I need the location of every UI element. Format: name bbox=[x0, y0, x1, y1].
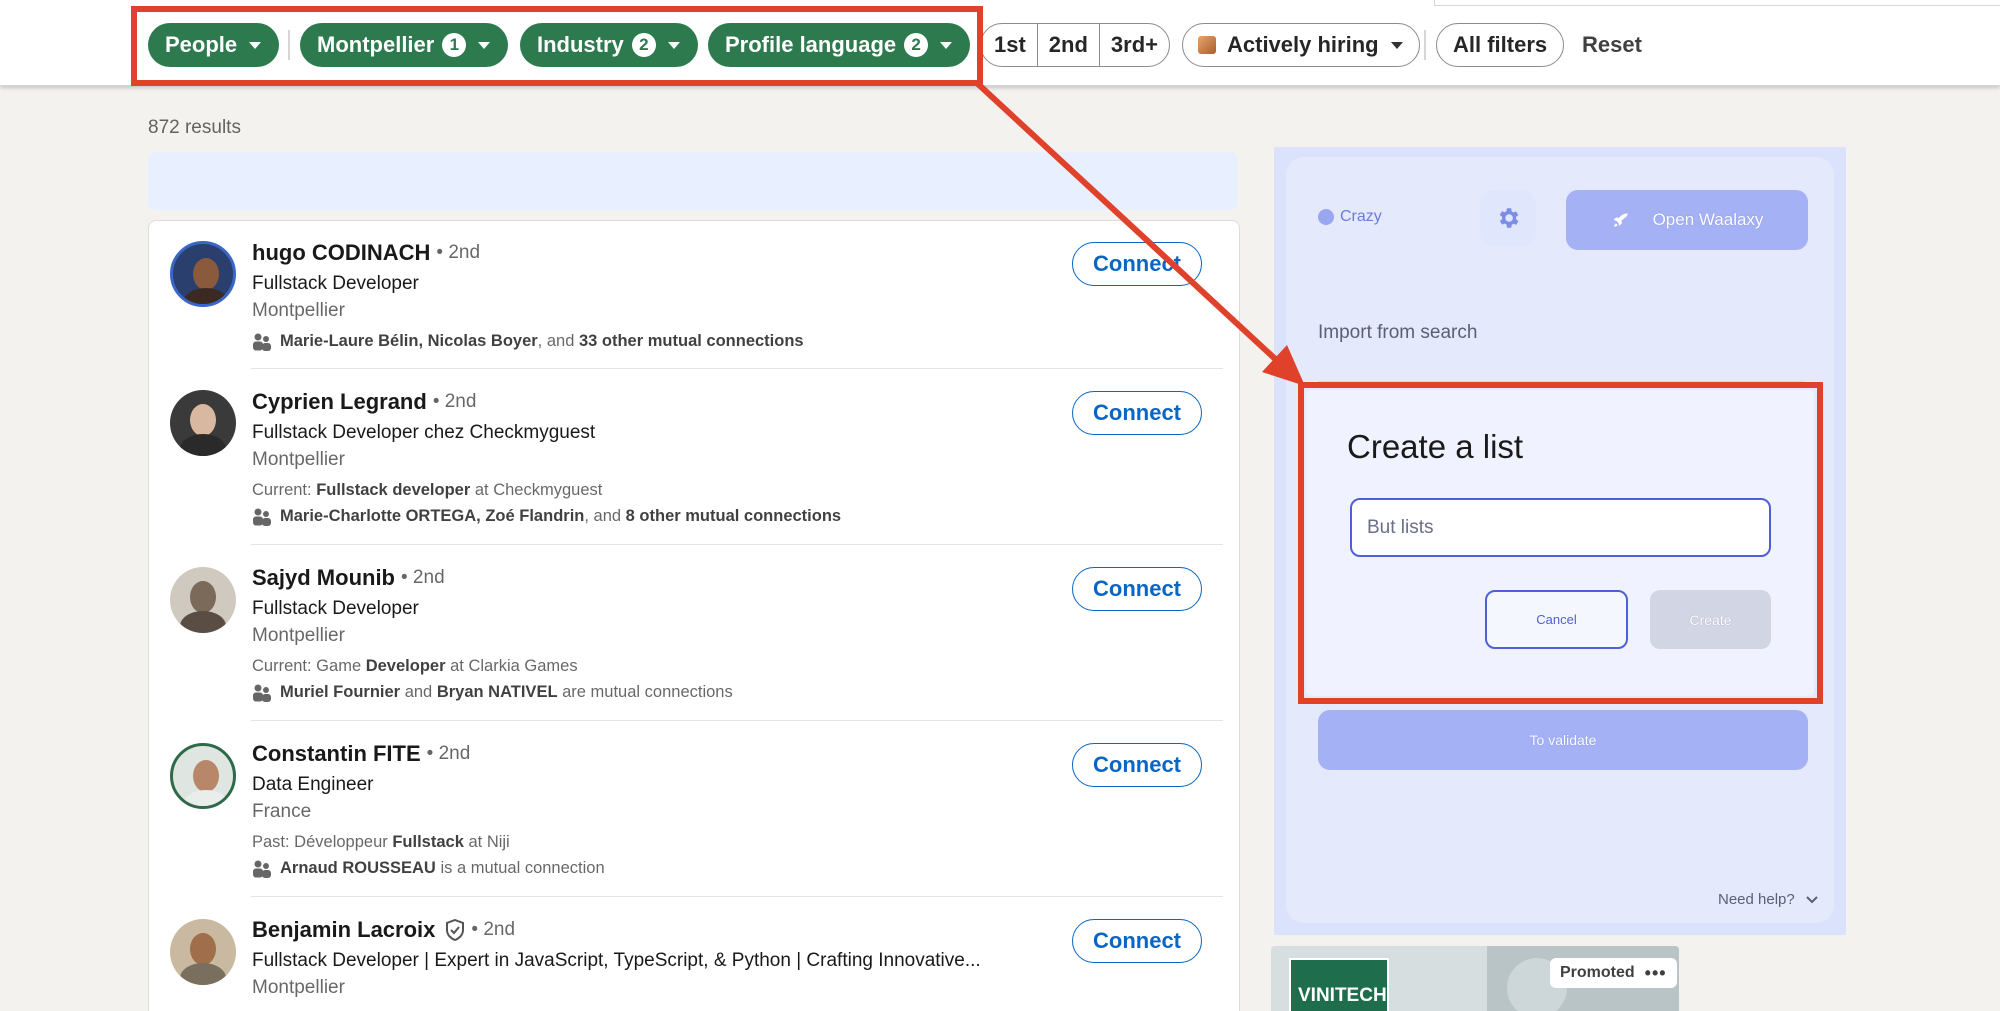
annotation-arrow bbox=[975, 81, 1305, 386]
